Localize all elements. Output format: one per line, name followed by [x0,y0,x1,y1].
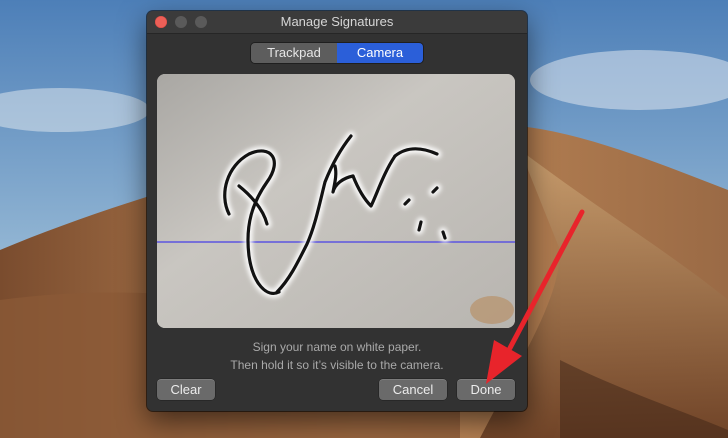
camera-preview [157,74,515,328]
instruction-line-2: Then hold it so it’s visible to the came… [230,358,444,372]
cancel-button[interactable]: Cancel [379,379,447,400]
window-title: Manage Signatures [280,14,394,29]
manage-signatures-window: Manage Signatures Trackpad Camera Sign y… [147,11,527,411]
camera-instructions: Sign your name on white paper. Then hold… [147,338,527,374]
clear-button[interactable]: Clear [157,379,215,400]
tab-trackpad[interactable]: Trackpad [251,43,337,63]
tab-camera[interactable]: Camera [337,43,423,63]
instruction-line-1: Sign your name on white paper. [252,340,422,354]
done-button[interactable]: Done [457,379,515,400]
title-bar: Manage Signatures [147,11,527,34]
input-source-tabs: Trackpad Camera [251,43,423,63]
